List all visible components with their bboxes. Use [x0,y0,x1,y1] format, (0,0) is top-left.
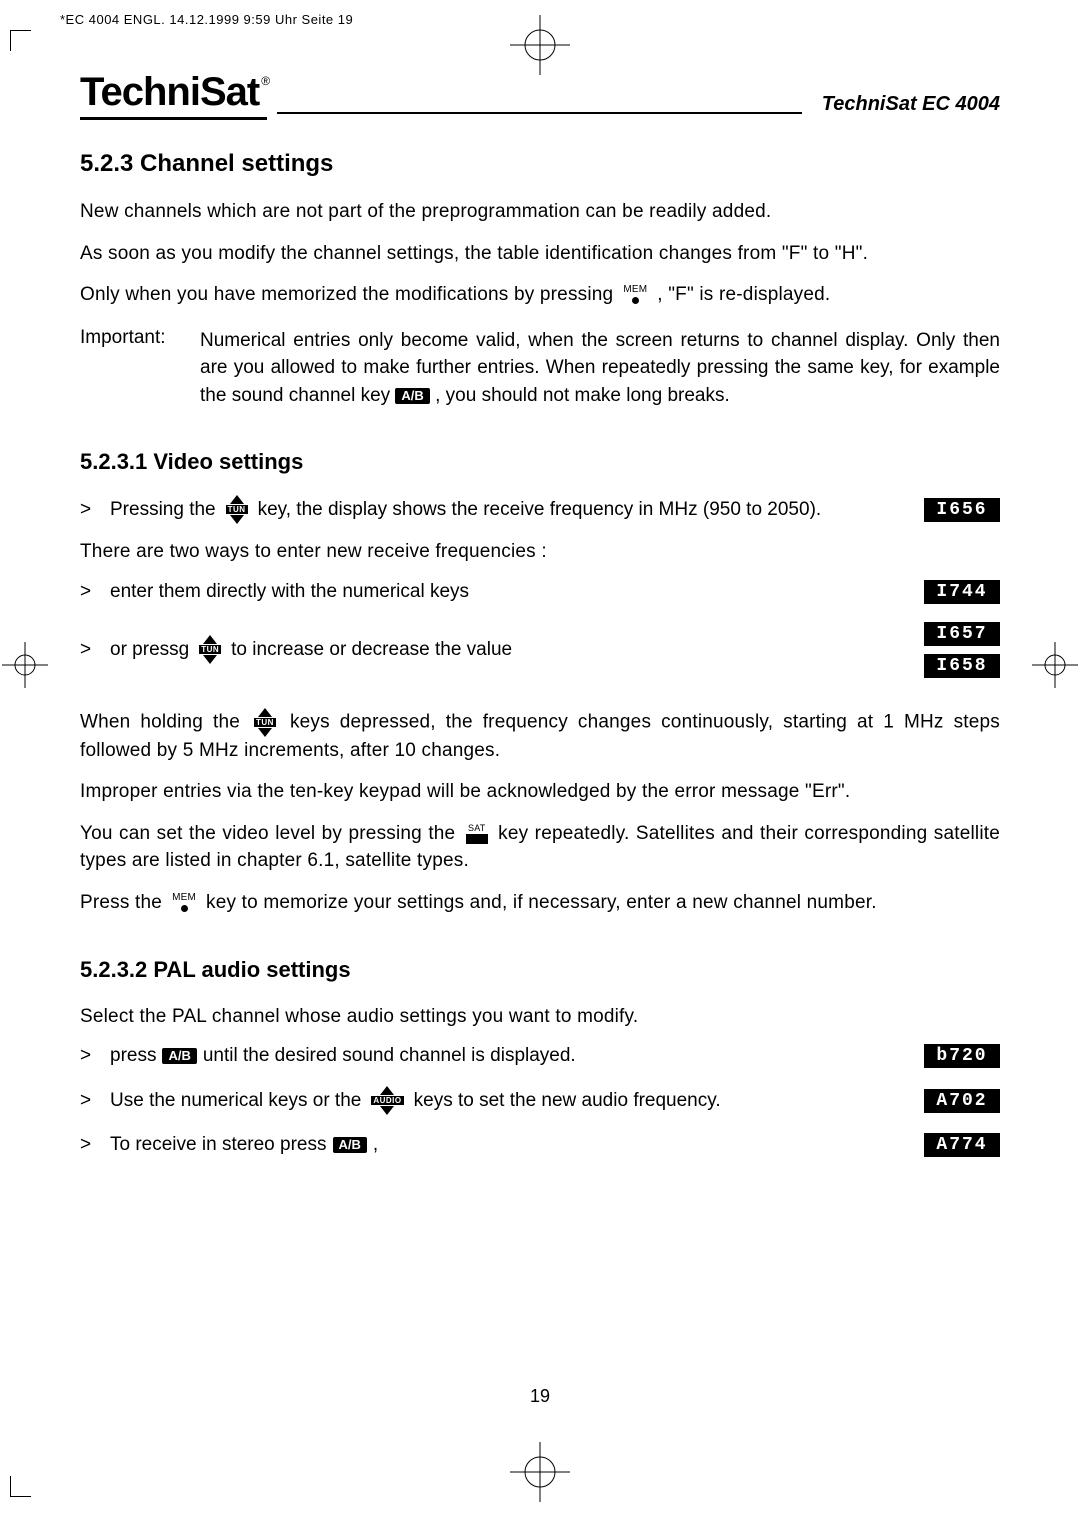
para-new-channels: New channels which are not part of the p… [80,198,1000,226]
li-enter-direct: > enter them directly with the numerical… [80,580,1000,604]
mem-key-icon: MEM [172,893,196,912]
para-only-when: Only when you have memorized the modific… [80,281,1000,309]
li-pressing: > Pressing the TUN key, the display show… [80,495,1000,524]
li-stereo-text: To receive in stereo press A/B , [110,1134,924,1156]
display-badge-1656: I656 [924,498,1000,522]
li-stereo-a: To receive in stereo press [110,1134,327,1156]
li-use-numerical: > Use the numerical keys or the AUDIO ke… [80,1086,1000,1115]
tun-key-label: TUN [254,718,276,727]
sat-key-icon: SAT [466,823,488,844]
mem-key-label: MEM [623,285,647,295]
display-badge-1658: I658 [924,654,1000,678]
triangle-up-icon [230,495,244,504]
crop-mark-top-left [10,30,31,51]
mem-key-dot-icon [181,905,188,912]
model-name: TechniSat EC 4004 [822,93,1000,120]
registration-mark-left-icon [0,640,50,690]
crop-mark-bottom-left [10,1476,31,1497]
li-press-ab-text: press A/B until the desired sound channe… [110,1045,924,1067]
li-or-press: > or pressg TUN to increase or decrease … [80,622,1000,678]
li-pressing-text: Pressing the TUN key, the display shows … [110,495,924,524]
sat-key-label: SAT [468,823,485,833]
li-enter-text: enter them directly with the numerical k… [110,581,924,603]
para-only-when-b: , "F" is re-displayed. [657,281,830,309]
triangle-up-icon [380,1086,394,1095]
para-video-level: You can set the video level by pressing … [80,820,1000,875]
para-modify: As soon as you modify the channel settin… [80,240,1000,268]
display-badge-1744: I744 [924,580,1000,604]
bullet-marker: > [80,1045,110,1067]
display-badge-b720: b720 [924,1044,1000,1068]
tun-key-label: TUN [199,645,221,654]
para-press-mem: Press the MEM key to memorize your setti… [80,889,1000,917]
para-improper: Improper entries via the ten-key keypad … [80,778,1000,806]
li-use-num-text: Use the numerical keys or the AUDIO keys… [110,1086,924,1115]
registration-mark-top-icon [505,10,575,80]
registration-mark-right-icon [1030,640,1080,690]
section-5232-heading: 5.2.3.2 PAL audio settings [80,957,1000,983]
page: *EC 4004 ENGL. 14.12.1999 9:59 Uhr Seite… [0,0,1080,1527]
important-body: Numerical entries only become valid, whe… [200,327,1000,410]
important-note: Important: Numerical entries only become… [80,327,1000,410]
para-holding: When holding the TUN keys depressed, the… [80,708,1000,765]
li-press-ab-a: press [110,1045,156,1067]
registered-mark: ® [261,74,269,88]
li-stereo-b: , [373,1134,378,1156]
para-holding-a: When holding the [80,711,240,732]
li-use-num-a: Use the numerical keys or the [110,1090,361,1112]
bullet-marker: > [80,639,110,661]
important-body-b: , you should not make long breaks. [435,385,730,406]
li-orpress-b: to increase or decrease the value [231,639,512,661]
li-stereo: > To receive in stereo press A/B , A774 [80,1133,1000,1157]
bullet-marker: > [80,1090,110,1112]
brand-logo-text: TechniSat [80,70,259,114]
display-badge-a774: A774 [924,1133,1000,1157]
tun-key-icon: TUN [254,708,276,737]
triangle-down-icon [380,1106,394,1115]
registration-mark-bottom-icon [505,1437,575,1507]
audio-key-label: AUDIO [371,1096,403,1105]
bullet-marker: > [80,499,110,521]
page-number: 19 [0,1386,1080,1407]
triangle-down-icon [203,655,217,664]
triangle-up-icon [203,635,217,644]
para-video-level-a: You can set the video level by pressing … [80,823,455,844]
li-press-ab: > press A/B until the desired sound chan… [80,1044,1000,1068]
brand-logo: TechniSat® [80,70,267,120]
display-badge-1657: I657 [924,622,1000,646]
triangle-down-icon [230,515,244,524]
section-523-heading: 5.2.3 Channel settings [80,150,1000,178]
important-label: Important: [80,327,200,349]
triangle-down-icon [258,728,272,737]
li-or-press-text: or pressg TUN to increase or decrease th… [110,635,924,664]
ab-key-icon: A/B [333,1137,367,1153]
mem-key-label: MEM [172,893,196,903]
para-press-mem-a: Press the [80,889,162,917]
bullet-marker: > [80,581,110,603]
print-header: *EC 4004 ENGL. 14.12.1999 9:59 Uhr Seite… [60,12,353,27]
li-orpress-a: or pressg [110,639,189,661]
bullet-marker: > [80,1134,110,1156]
tun-key-icon: TUN [226,495,248,524]
li-press-ab-b: until the desired sound channel is displ… [203,1045,576,1067]
ab-key-icon: A/B [162,1048,196,1064]
tun-key-label: TUN [226,505,248,514]
para-select-pal: Select the PAL channel whose audio setti… [80,1003,1000,1031]
tun-key-icon: TUN [199,635,221,664]
para-press-mem-b: key to memorize your settings and, if ne… [206,889,877,917]
ab-key-icon: A/B [395,388,429,404]
triangle-up-icon [258,708,272,717]
para-only-when-a: Only when you have memorized the modific… [80,281,613,309]
display-badge-a702: A702 [924,1089,1000,1113]
audio-key-icon: AUDIO [371,1086,403,1115]
para-two-ways: There are two ways to enter new receive … [80,538,1000,566]
li-pressing-a: Pressing the [110,499,216,521]
mem-key-dot-icon [632,297,639,304]
sat-key-block-icon [466,834,488,844]
li-use-num-b: keys to set the new audio frequency. [414,1090,721,1112]
mem-key-icon: MEM [623,285,647,304]
li-pressing-b: key, the display shows the receive frequ… [258,499,822,521]
section-5231-heading: 5.2.3.1 Video settings [80,449,1000,475]
header-rule [277,112,802,114]
